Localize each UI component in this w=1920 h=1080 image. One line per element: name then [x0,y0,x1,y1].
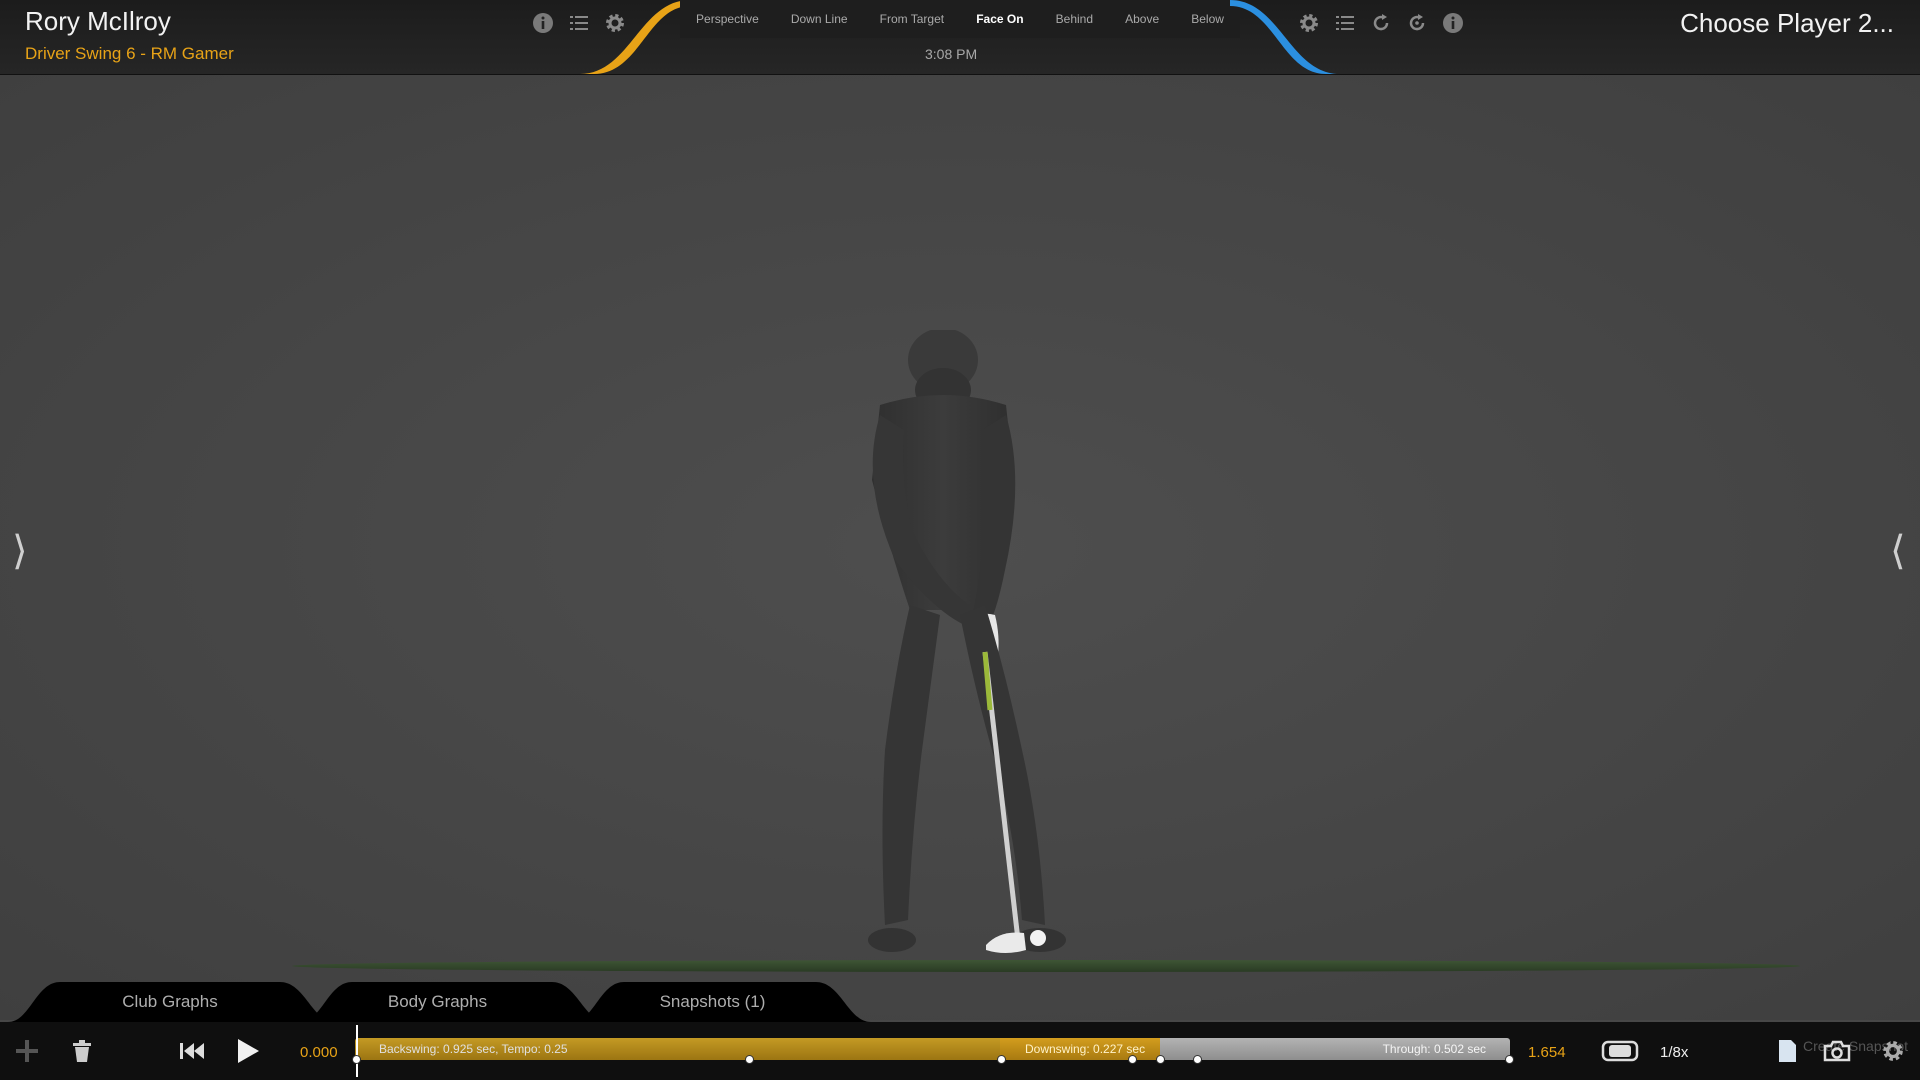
playback-toolbar: 0.000 Backswing: 0.925 sec, Tempo: 0.25 … [0,1022,1920,1080]
view-tab-from-target[interactable]: From Target [880,12,944,26]
frame-icon[interactable] [1600,1036,1640,1066]
document-icon[interactable] [1772,1036,1802,1066]
info-icon[interactable] [1440,10,1466,36]
view-tab-below[interactable]: Below [1191,12,1224,26]
playback-speed[interactable]: 1/8x [1660,1044,1688,1061]
view-tab-down-line[interactable]: Down Line [791,12,848,26]
gear-icon[interactable] [1878,1036,1908,1066]
player2-icon-group [1296,10,1466,36]
right-panel-toggle[interactable]: ⟨ [1890,528,1906,574]
camera-icon[interactable] [1822,1036,1852,1066]
playhead[interactable] [356,1025,358,1077]
info-icon[interactable] [530,10,556,36]
list-icon[interactable] [1332,10,1358,36]
timeline-marker-post-impact[interactable] [1156,1055,1165,1064]
timeline-marker-impact[interactable] [1128,1055,1137,1064]
left-panel-toggle[interactable]: ⟩ [12,528,28,574]
timeline-marker-release[interactable] [1193,1055,1202,1064]
swing-timeline[interactable]: Backswing: 0.925 sec, Tempo: 0.25 Downsw… [355,1038,1510,1060]
downswing-label: Downswing: 0.227 sec [1025,1042,1146,1056]
timeline-marker-end[interactable] [1505,1055,1514,1064]
player1-swing-name[interactable]: Driver Swing 6 - RM Gamer [25,44,234,64]
choose-player2-button[interactable]: Choose Player 2... [1680,8,1894,39]
clock: 3:08 PM [925,46,978,62]
reset-rotate-icon[interactable] [1404,10,1430,36]
view-selector: Perspective Down Line From Target Face O… [680,0,1240,38]
player1-name[interactable]: Rory McIlroy [25,6,234,36]
end-time: 1.654 [1528,1044,1566,1061]
view-tab-face-on[interactable]: Face On [976,12,1023,26]
skip-back-icon[interactable] [177,1036,207,1066]
view-tab-perspective[interactable]: Perspective [696,12,759,26]
timeline-marker-top[interactable] [997,1055,1006,1064]
tab-body-graphs[interactable]: Body Graphs [330,982,545,1022]
through-segment[interactable]: Through: 0.502 sec [1160,1038,1510,1060]
header: Rory McIlroy Driver Swing 6 - RM Gamer P… [0,0,1920,75]
backswing-label: Backswing: 0.925 sec, Tempo: 0.25 [379,1042,568,1056]
play-icon[interactable] [232,1036,262,1066]
player1-info[interactable]: Rory McIlroy Driver Swing 6 - RM Gamer [25,6,234,64]
left-accent-swoosh [580,0,690,74]
gear-icon[interactable] [1296,10,1322,36]
tab-club-graphs[interactable]: Club Graphs [60,982,280,1022]
tab-snapshots[interactable]: Snapshots (1) [605,982,820,1022]
view-tab-above[interactable]: Above [1125,12,1159,26]
golfer-3d-model[interactable] [800,330,1140,960]
trash-icon[interactable] [67,1036,97,1066]
through-label: Through: 0.502 sec [1382,1042,1486,1056]
plus-icon[interactable] [12,1036,42,1066]
backswing-segment[interactable]: Backswing: 0.925 sec, Tempo: 0.25 [355,1038,1000,1060]
view-tab-behind[interactable]: Behind [1056,12,1093,26]
timeline-marker-mid-backswing[interactable] [745,1055,754,1064]
ground-mat [292,960,1800,972]
rotate-icon[interactable] [1368,10,1394,36]
timeline-marker-start[interactable] [352,1055,361,1064]
graph-tabs: Club Graphs Body Graphs Snapshots (1) [0,982,900,1022]
start-time: 0.000 [300,1044,338,1061]
